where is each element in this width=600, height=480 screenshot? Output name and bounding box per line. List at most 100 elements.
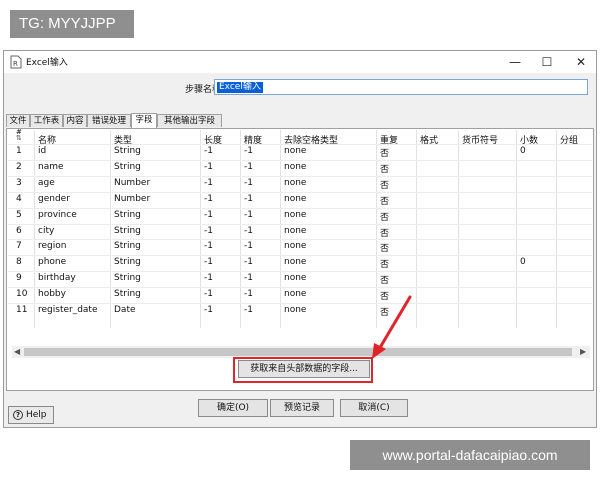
table-cell-col-length[interactable]: -1 (204, 178, 242, 188)
table-cell-col-decimal[interactable]: 0 (520, 146, 558, 156)
tab-other-output-fields[interactable]: 其他输出字段 (157, 114, 222, 127)
table-cell-col-name[interactable]: name (38, 162, 112, 172)
table-cell-col-length[interactable]: -1 (204, 226, 242, 236)
svg-text:R: R (13, 60, 18, 68)
table-cell-col-precision[interactable]: -1 (244, 178, 282, 188)
table-cell-col-trim-type[interactable]: none (284, 241, 378, 251)
table-cell-col-trim-type[interactable]: none (284, 257, 378, 267)
cancel-button[interactable]: 取消(C) (340, 399, 408, 417)
table-cell-col-type[interactable]: Number (114, 178, 202, 188)
table-cell-col-index[interactable]: 11 (16, 305, 36, 315)
scroll-right-icon[interactable]: ▶ (580, 347, 586, 356)
maximize-button[interactable]: ☐ (532, 51, 562, 73)
table-cell-col-trim-type[interactable]: none (284, 210, 378, 220)
table-cell-col-precision[interactable]: -1 (244, 305, 282, 315)
table-cell-col-precision[interactable]: -1 (244, 273, 282, 283)
table-cell-col-name[interactable]: birthday (38, 273, 112, 283)
table-cell-col-type[interactable]: String (114, 146, 202, 156)
table-cell-col-repeat[interactable]: 否 (380, 241, 418, 254)
table-cell-col-repeat[interactable]: 否 (380, 273, 418, 286)
minimize-button[interactable]: — (500, 51, 530, 73)
help-button[interactable]: ? Help (8, 406, 54, 424)
table-cell-col-trim-type[interactable]: none (284, 226, 378, 236)
table-cell-col-length[interactable]: -1 (204, 210, 242, 220)
step-name-input[interactable]: Excel输入 (214, 79, 588, 95)
table-cell-col-precision[interactable]: -1 (244, 194, 282, 204)
table-cell-col-name[interactable]: phone (38, 257, 112, 267)
table-cell-col-index[interactable]: 1 (16, 146, 36, 156)
table-cell-col-precision[interactable]: -1 (244, 289, 282, 299)
row-divider (8, 239, 592, 241)
table-cell-col-trim-type[interactable]: none (284, 178, 378, 188)
table-cell-col-type[interactable]: String (114, 226, 202, 236)
table-cell-col-repeat[interactable]: 否 (380, 146, 418, 159)
table-cell-col-length[interactable]: -1 (204, 273, 242, 283)
table-cell-col-trim-type[interactable]: none (284, 146, 378, 156)
table-cell-col-index[interactable]: 7 (16, 241, 36, 251)
table-cell-col-type[interactable]: String (114, 257, 202, 267)
table-cell-col-name[interactable]: region (38, 241, 112, 251)
table-cell-col-length[interactable]: -1 (204, 289, 242, 299)
table-cell-col-index[interactable]: 8 (16, 257, 36, 267)
table-cell-col-index[interactable]: 10 (16, 289, 36, 299)
table-cell-col-trim-type[interactable]: none (284, 162, 378, 172)
table-cell-col-type[interactable]: Number (114, 194, 202, 204)
header-col-index[interactable]: # (16, 128, 22, 136)
table-cell-col-repeat[interactable]: 否 (380, 257, 418, 270)
scroll-left-icon[interactable]: ◀ (14, 347, 20, 356)
ok-button[interactable]: 确定(O) (198, 399, 268, 417)
table-cell-col-name[interactable]: gender (38, 194, 112, 204)
table-cell-col-length[interactable]: -1 (204, 241, 242, 251)
tab-file[interactable]: 文件 (6, 114, 30, 127)
table-cell-col-name[interactable]: province (38, 210, 112, 220)
table-cell-col-repeat[interactable]: 否 (380, 194, 418, 207)
preview-button[interactable]: 预览记录 (270, 399, 334, 417)
table-cell-col-repeat[interactable]: 否 (380, 226, 418, 239)
table-cell-col-type[interactable]: String (114, 210, 202, 220)
table-cell-col-precision[interactable]: -1 (244, 210, 282, 220)
table-cell-col-name[interactable]: id (38, 146, 112, 156)
table-cell-col-name[interactable]: register_date (38, 305, 112, 315)
table-cell-col-type[interactable]: Date (114, 305, 202, 315)
table-cell-col-index[interactable]: 9 (16, 273, 36, 283)
close-button[interactable]: ✕ (566, 51, 596, 73)
table-cell-col-length[interactable]: -1 (204, 146, 242, 156)
tab-sheet[interactable]: 工作表 (30, 114, 63, 127)
table-cell-col-repeat[interactable]: 否 (380, 178, 418, 191)
scrollbar-thumb[interactable] (24, 348, 572, 356)
table-cell-col-type[interactable]: String (114, 289, 202, 299)
table-cell-col-trim-type[interactable]: none (284, 273, 378, 283)
row-divider (8, 159, 592, 161)
tab-content[interactable]: 内容 (63, 114, 87, 127)
table-cell-col-length[interactable]: -1 (204, 162, 242, 172)
table-cell-col-precision[interactable]: -1 (244, 241, 282, 251)
table-cell-col-repeat[interactable]: 否 (380, 162, 418, 175)
table-cell-col-precision[interactable]: -1 (244, 162, 282, 172)
table-cell-col-repeat[interactable]: 否 (380, 210, 418, 223)
table-cell-col-length[interactable]: -1 (204, 257, 242, 267)
table-cell-col-type[interactable]: String (114, 273, 202, 283)
tab-error-handling[interactable]: 错误处理 (87, 114, 131, 127)
table-cell-col-precision[interactable]: -1 (244, 257, 282, 267)
table-cell-col-trim-type[interactable]: none (284, 194, 378, 204)
table-cell-col-index[interactable]: 5 (16, 210, 36, 220)
table-cell-col-decimal[interactable]: 0 (520, 257, 558, 267)
table-cell-col-index[interactable]: 4 (16, 194, 36, 204)
table-cell-col-length[interactable]: -1 (204, 194, 242, 204)
table-cell-col-length[interactable]: -1 (204, 305, 242, 315)
tab-fields[interactable]: 字段 (131, 113, 157, 128)
red-arrow-annotation (372, 295, 412, 359)
table-cell-col-type[interactable]: String (114, 162, 202, 172)
table-cell-col-index[interactable]: 6 (16, 226, 36, 236)
table-cell-col-index[interactable]: 3 (16, 178, 36, 188)
table-cell-col-type[interactable]: String (114, 241, 202, 251)
row-divider (8, 144, 592, 145)
table-cell-col-name[interactable]: age (38, 178, 112, 188)
table-cell-col-index[interactable]: 2 (16, 162, 36, 172)
table-cell-col-precision[interactable]: -1 (244, 226, 282, 236)
table-cell-col-precision[interactable]: -1 (244, 146, 282, 156)
table-cell-col-name[interactable]: city (38, 226, 112, 236)
help-icon: ? (13, 410, 23, 420)
row-divider (8, 303, 592, 304)
table-cell-col-name[interactable]: hobby (38, 289, 112, 299)
